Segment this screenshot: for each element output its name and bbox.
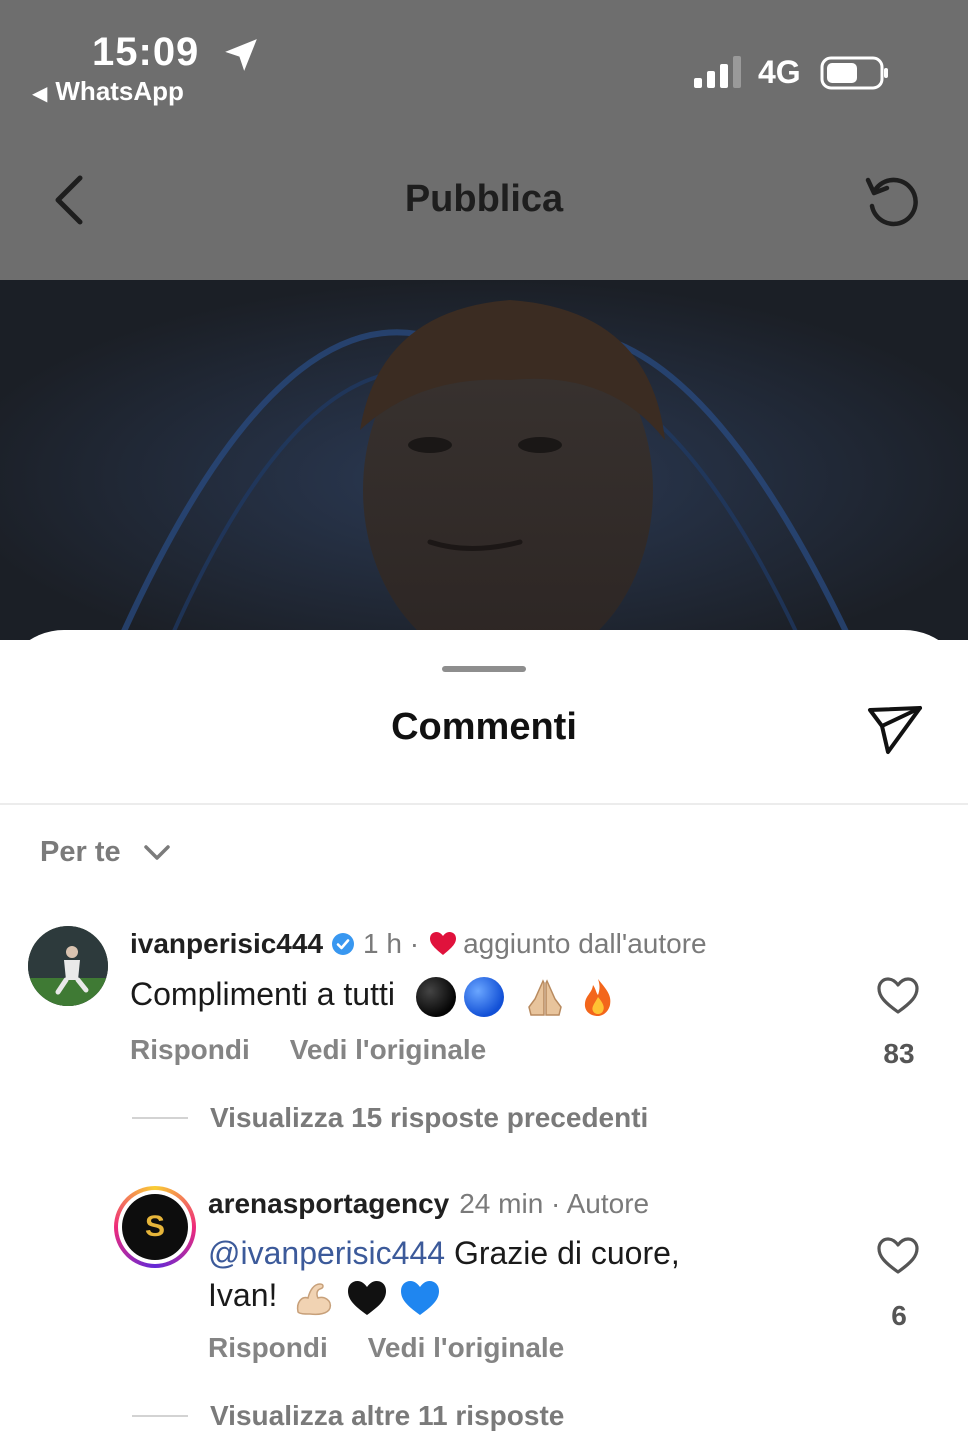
view-more-replies-link[interactable]: Visualizza altre 11 risposte — [132, 1400, 564, 1432]
view-previous-replies-label: Visualizza 15 risposte precedenti — [210, 1102, 649, 1133]
comment-text: @ivanperisic444 Grazie di cuore, Ivan! — [208, 1233, 680, 1318]
avatar-story-ring: S — [118, 1190, 192, 1264]
comment-text-line2: Ivan! — [208, 1277, 278, 1313]
signal-icon — [694, 56, 741, 88]
comment-actions: Rispondi Vedi l'originale — [130, 1034, 486, 1066]
sheet-divider — [0, 803, 968, 805]
network-type: 4G — [758, 54, 801, 90]
folded-hands-emoji — [527, 978, 562, 1016]
replies-line — [132, 1415, 188, 1417]
back-app-label: WhatsApp — [55, 76, 184, 106]
reply-button[interactable]: Rispondi — [208, 1332, 328, 1363]
replies-line — [132, 1117, 188, 1119]
back-triangle-icon: ◀ — [32, 83, 48, 105]
page-title: Pubblica — [404, 178, 564, 220]
comment-username[interactable]: ivanperisic444 — [130, 928, 323, 960]
reply-button[interactable]: Rispondi — [130, 1034, 250, 1065]
refresh-icon[interactable] — [862, 170, 924, 232]
top-bar: 15:09 ◀ WhatsApp 4G Pubblica — [0, 0, 968, 280]
send-icon[interactable] — [866, 700, 924, 758]
battery-icon — [820, 56, 888, 90]
like-count: 6 — [891, 1300, 907, 1331]
view-previous-replies-link[interactable]: Visualizza 15 risposte precedenti — [132, 1102, 648, 1134]
heart-outline-icon[interactable] — [876, 1236, 920, 1276]
comments-title: Commenti — [391, 706, 577, 748]
view-more-replies-label: Visualizza altre 11 risposte — [210, 1400, 565, 1431]
agency-logo: S — [122, 1194, 188, 1260]
filter-label: Per te — [40, 836, 121, 868]
comment-time: 1 h · — [363, 928, 420, 959]
chevron-down-icon — [143, 844, 170, 860]
sheet-drag-handle[interactable] — [442, 666, 526, 672]
comment-text-main: Complimenti a tutti — [130, 976, 395, 1012]
comment-actions: Rispondi Vedi l'originale — [208, 1332, 564, 1364]
mention-link[interactable]: @ivanperisic444 — [208, 1235, 445, 1271]
comment-header: arenasportagency 24 min · Autore — [208, 1188, 649, 1220]
black-circle-emoji — [415, 976, 456, 1017]
comment-text-main: Grazie di cuore, — [453, 1235, 680, 1271]
agency-logo-mark: S — [144, 1210, 165, 1243]
comment-time: 24 min · Autore — [459, 1188, 650, 1219]
blue-heart-emoji — [401, 1280, 440, 1315]
black-heart-emoji — [348, 1280, 387, 1315]
comment-username[interactable]: arenasportagency — [208, 1188, 449, 1220]
flexed-biceps-emoji — [297, 1282, 332, 1315]
status-time: 15:09 — [92, 30, 200, 74]
fire-emoji — [584, 978, 611, 1016]
avatar-photo — [28, 926, 108, 1006]
post-image-art — [0, 280, 968, 640]
avatar[interactable]: S — [114, 1186, 196, 1268]
like-count: 83 — [883, 1038, 915, 1069]
see-original-button[interactable]: Vedi l'originale — [290, 1034, 487, 1065]
post-image — [0, 280, 968, 640]
author-note: aggiunto dall'autore — [463, 928, 707, 959]
blue-circle-emoji — [463, 976, 504, 1017]
comment-filter-dropdown[interactable]: Per te — [40, 836, 171, 869]
avatar[interactable] — [28, 926, 108, 1006]
comments-sheet: Commenti Per te ivanperisic444 1 h · agg… — [0, 630, 968, 1434]
location-arrow-icon — [225, 39, 257, 71]
verified-badge-icon — [332, 933, 355, 955]
back-to-app-link[interactable]: ◀ WhatsApp — [32, 76, 184, 107]
heart-outline-icon[interactable] — [876, 976, 920, 1016]
comment-text: Complimenti a tutti — [130, 974, 620, 1017]
heart-filled-icon — [430, 932, 457, 955]
comment-header: ivanperisic444 1 h · aggiunto dall'autor… — [130, 928, 707, 960]
see-original-button[interactable]: Vedi l'originale — [368, 1332, 565, 1363]
